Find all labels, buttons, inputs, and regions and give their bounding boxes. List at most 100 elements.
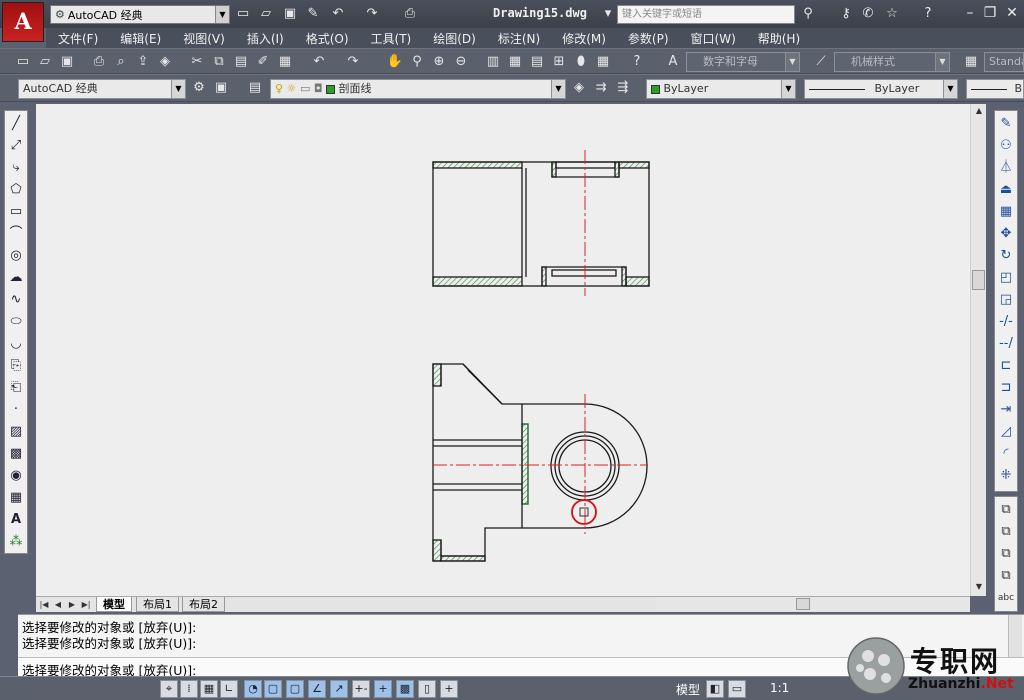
offset-icon[interactable]: ⏏: [997, 181, 1015, 199]
tool-palettes-icon[interactable]: ▤: [528, 53, 546, 71]
workspace-settings-icon[interactable]: ⚙: [190, 79, 208, 97]
new-icon[interactable]: ▭: [14, 53, 32, 71]
grid-toggle[interactable]: ▦: [200, 680, 218, 698]
workspace-combo[interactable]: AutoCAD 经典 ▼: [18, 79, 186, 99]
table-style-icon[interactable]: ▦: [962, 53, 980, 71]
circle-icon[interactable]: ◎: [7, 247, 25, 265]
color-dropdown[interactable]: ByLayer ▼: [646, 79, 796, 99]
help-icon[interactable]: ?: [920, 6, 936, 22]
table-style-dropdown[interactable]: Standa: [984, 52, 1024, 72]
rectangle-icon[interactable]: ▭: [7, 203, 25, 221]
new-file-icon[interactable]: ▭: [235, 6, 251, 22]
binoculars-icon[interactable]: ⚲: [800, 6, 816, 22]
save-as-icon[interactable]: ✎: [305, 6, 321, 22]
multiline-text-icon[interactable]: A: [7, 511, 25, 529]
revision-cloud-icon[interactable]: ☁: [7, 269, 25, 287]
annotation-scale[interactable]: 1:1: [770, 681, 789, 695]
extend-icon[interactable]: --/: [997, 335, 1015, 353]
calculator-icon[interactable]: ▦: [594, 53, 612, 71]
scroll-up-icon[interactable]: ▲: [973, 106, 985, 118]
otrack-toggle[interactable]: ∠: [308, 680, 326, 698]
menu-format[interactable]: 格式(O): [306, 30, 349, 47]
gradient-icon[interactable]: ▩: [7, 445, 25, 463]
dim-style-icon[interactable]: ⟋: [812, 53, 830, 71]
restore-button[interactable]: ❐: [980, 4, 1000, 22]
scroll-down-icon[interactable]: ▼: [973, 582, 985, 594]
polar-tracking-toggle[interactable]: ◔: [244, 680, 262, 698]
chamfer-icon[interactable]: ◿: [997, 423, 1015, 441]
last-tab-icon[interactable]: ▶|: [80, 598, 92, 611]
dynamic-input-toggle[interactable]: +-: [352, 680, 370, 698]
layer-state-icon[interactable]: ⇶: [614, 79, 632, 97]
ellipse-icon[interactable]: ⬭: [7, 313, 25, 331]
star-icon[interactable]: ☆: [884, 6, 900, 22]
publish-icon[interactable]: ⇪: [134, 53, 152, 71]
pan-icon[interactable]: ✋: [386, 53, 404, 71]
sheet-set-icon[interactable]: ⊞: [550, 53, 568, 71]
polygon-icon[interactable]: ⬠: [7, 181, 25, 199]
toolbar-lock-icon[interactable]: ▣: [212, 79, 230, 97]
menu-edit[interactable]: 编辑(E): [120, 30, 161, 47]
horizontal-scrollbar[interactable]: [656, 597, 970, 611]
menu-window[interactable]: 窗口(W): [691, 30, 736, 47]
chevron-down-icon[interactable]: ▾: [600, 6, 616, 22]
transparency-toggle[interactable]: ▩: [396, 680, 414, 698]
copy-object-icon[interactable]: ⚇: [997, 137, 1015, 155]
selection-marker[interactable]: [571, 499, 597, 525]
undo-icon[interactable]: ↶: [310, 53, 328, 71]
design-center-icon[interactable]: ▦: [506, 53, 524, 71]
menu-draw[interactable]: 绘图(D): [433, 30, 476, 47]
zoom-previous-icon[interactable]: ⊖: [452, 53, 470, 71]
trim-icon[interactable]: -/-: [997, 313, 1015, 331]
text-to-front-icon[interactable]: abc: [997, 589, 1015, 607]
join-icon[interactable]: ⇥: [997, 401, 1015, 419]
menu-file[interactable]: 文件(F): [58, 30, 98, 47]
layer-dropdown[interactable]: ♀ ☼ ▭ ◘ 剖面线 ▼: [270, 79, 566, 99]
explode-icon[interactable]: ⁜: [997, 467, 1015, 485]
cut-icon[interactable]: ✂: [188, 53, 206, 71]
help-icon[interactable]: ?: [628, 53, 646, 71]
menu-help[interactable]: 帮助(H): [758, 30, 800, 47]
rotate-icon[interactable]: ↻: [997, 247, 1015, 265]
copy-icon[interactable]: ⧉: [210, 53, 228, 71]
bring-above-icon[interactable]: ⧉: [997, 545, 1015, 563]
table-icon[interactable]: ▦: [7, 489, 25, 507]
redo-icon[interactable]: ↷: [364, 6, 380, 22]
first-tab-icon[interactable]: |◀: [38, 598, 50, 611]
properties-icon[interactable]: ▥: [484, 53, 502, 71]
redo-icon[interactable]: ↷: [344, 53, 362, 71]
ellipse-arc-icon[interactable]: ◡: [7, 335, 25, 353]
line-icon[interactable]: ╱: [7, 115, 25, 133]
point-icon[interactable]: ·: [7, 401, 25, 419]
save-icon[interactable]: ▣: [58, 53, 76, 71]
make-block-icon[interactable]: ⎗: [7, 379, 25, 397]
insert-block-icon[interactable]: ⎘: [7, 357, 25, 375]
mirror-icon[interactable]: ⏃: [997, 159, 1015, 177]
3d-dwf-icon[interactable]: ◈: [156, 53, 174, 71]
minimize-button[interactable]: –: [960, 4, 980, 22]
construction-line-icon[interactable]: ⤢: [7, 137, 25, 155]
next-tab-icon[interactable]: ▶: [66, 598, 78, 611]
send-to-back-icon[interactable]: ⧉: [997, 523, 1015, 541]
polyline-icon[interactable]: ⤷: [7, 159, 25, 177]
ortho-toggle[interactable]: ∟: [220, 680, 238, 698]
bring-to-front-icon[interactable]: ⧉: [997, 501, 1015, 519]
3d-osnap-toggle[interactable]: ▢: [286, 680, 304, 698]
arc-icon[interactable]: ⌒: [7, 225, 25, 243]
object-snap-toggle[interactable]: ▢: [264, 680, 282, 698]
markup-icon[interactable]: ⬮: [572, 53, 590, 71]
snap-mode-toggle[interactable]: ⁞: [180, 680, 198, 698]
lineweight-toggle[interactable]: +: [374, 680, 392, 698]
quick-view-drawings-icon[interactable]: ▭: [728, 680, 746, 698]
workspace-dropdown[interactable]: ⚙ AutoCAD 经典 ▼: [50, 5, 230, 24]
open-folder-icon[interactable]: ▱: [258, 6, 274, 22]
dynamic-ucs-toggle[interactable]: ↗: [330, 680, 348, 698]
drawing-canvas[interactable]: [36, 104, 970, 596]
array-icon[interactable]: ▦: [997, 203, 1015, 221]
move-icon[interactable]: ✥: [997, 225, 1015, 243]
text-style-dropdown[interactable]: 数字和字母 ▼: [686, 52, 800, 72]
scroll-thumb[interactable]: [972, 270, 985, 290]
break-icon[interactable]: ⊐: [997, 379, 1015, 397]
zoom-window-icon[interactable]: ⊕: [430, 53, 448, 71]
quick-properties-toggle[interactable]: ▯: [418, 680, 436, 698]
